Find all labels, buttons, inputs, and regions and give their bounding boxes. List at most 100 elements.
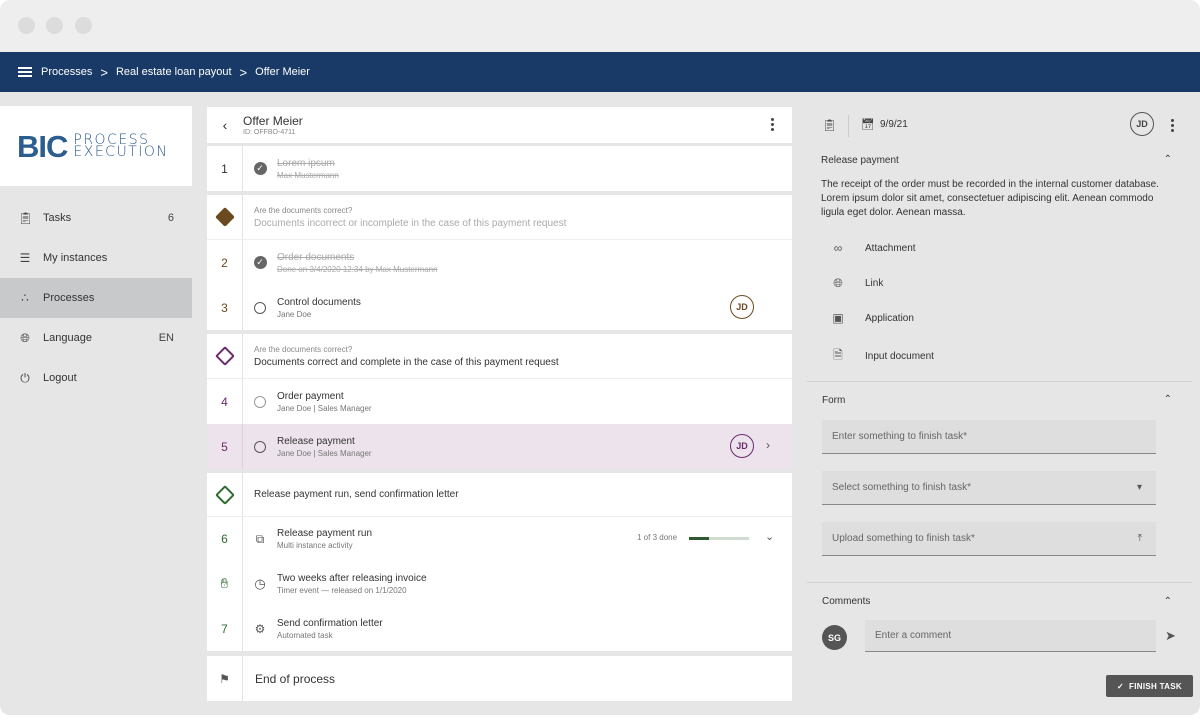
progress-bar [689,537,749,540]
calendar-icon[interactable]: 📅︎ [861,118,875,131]
attachment-icon: ∞ [833,241,843,255]
breadcrumb-item-processes[interactable]: Processes [41,66,92,78]
text-input-field[interactable]: Enter something to finish task* [822,420,1156,454]
sidebar-item-label: Tasks [43,212,72,224]
chevron-up-icon[interactable]: ⌃ [1164,154,1172,165]
sidebar-item-label: My instances [43,252,108,264]
field-placeholder: Upload something to finish task* [832,533,975,544]
field-placeholder: Enter something to finish task* [832,431,968,442]
step-title: Control documents [277,296,361,308]
timer-event-row[interactable]: ✋︎ ◷ Two weeks after releasing invoice T… [207,561,792,606]
more-vert-icon[interactable] [771,118,774,131]
language-value: EN [158,332,174,344]
hamburger-menu-icon[interactable] [18,67,32,77]
window-titlebar [0,0,1200,52]
step-row-2[interactable]: 2 ✓ Order documents Done on 3/4/2020 12:… [207,240,792,285]
logo-subtitle: PROCESS EXECUTION [73,133,168,159]
clipboard-icon[interactable]: 📋︎ [822,118,837,132]
chevron-down-icon[interactable]: ⌄ [765,530,774,543]
resource-label: Application [865,312,914,324]
window-minimize-dot[interactable] [46,17,63,34]
comment-input[interactable]: Enter a comment [865,620,1156,652]
gateway-icon-col [207,334,243,378]
step-number: 3 [207,285,243,330]
progress-bar-fill [689,537,709,540]
resource-attachment[interactable]: ∞ Attachment [831,241,916,255]
resource-label: Attachment [865,242,916,254]
step-row-4[interactable]: 4 Order payment Jane Doe | Sales Manager [207,379,792,424]
sidebar: BIC PROCESS EXECUTION 📋︎ Tasks 6 ☰ My in… [0,106,192,715]
sidebar-item-logout[interactable]: ⏻ Logout [0,358,192,398]
chevron-right-icon: > [239,64,248,80]
instance-id: ID: OFFBO-4711 [243,129,296,136]
chevron-up-icon[interactable]: ⌃ [1164,596,1172,607]
check-circle-icon: ✓ [253,256,267,270]
step-title: Order payment [277,390,344,402]
upload-field[interactable]: Upload something to finish task* ⤒ [822,522,1156,556]
breadcrumb-item-instance[interactable]: Offer Meier [255,66,310,78]
select-field[interactable]: Select something to finish task* ▾ [822,471,1156,505]
task-description: The receipt of the order must be recorde… [821,179,1159,218]
resource-input-document[interactable]: 🗎 Input document [831,346,934,367]
assignee-avatar[interactable]: JD [730,434,754,458]
send-icon[interactable]: ➤ [1165,628,1176,644]
window-close-dot[interactable] [18,17,35,34]
logo: BIC PROCESS EXECUTION [0,106,192,186]
globe-icon: 🌐︎ [833,276,843,290]
step-title: Two weeks after releasing invoice [277,572,427,584]
browser-window: Processes > Real estate loan payout > Of… [0,0,1200,715]
resource-link[interactable]: 🌐︎ Link [831,276,883,291]
process-instance-panel: ‹ Offer Meier ID: OFFBO-4711 1 ✓ Lorem i… [207,106,792,706]
sidebar-item-language[interactable]: 🌐︎ Language EN [0,318,192,358]
breadcrumb-item-process[interactable]: Real estate loan payout [116,66,232,78]
tasks-count: 6 [167,212,174,224]
sidebar-item-tasks[interactable]: 📋︎ Tasks 6 [0,198,192,238]
flag-icon: ⚑ [207,656,243,701]
gateway-answer: Release payment run, send confirmation l… [254,489,459,500]
step-row-1[interactable]: 1 ✓ Lorem ipsum Max Mustermann [207,146,792,191]
assignee-avatar[interactable]: JD [730,295,754,319]
window-maximize-dot[interactable] [75,17,92,34]
step-subtitle: Jane Doe | Sales Manager [277,403,372,413]
step-row-5-selected[interactable]: 5 Release payment Jane Doe | Sales Manag… [207,424,792,469]
step-title: Release payment [277,435,355,447]
gateway-block: Are the documents correct? Documents inc… [207,195,792,330]
step-row-3[interactable]: 3 Control documents Jane Doe JD [207,285,792,330]
user-avatar: SG [822,625,847,650]
chevron-up-icon[interactable]: ⌃ [1164,394,1172,405]
due-date: 9/9/21 [880,119,908,130]
step-number: 6 [207,517,243,561]
step-subtitle: Jane Doe | Sales Manager [277,448,372,458]
sidebar-item-processes[interactable]: ∴ Processes [0,278,192,318]
finish-task-label: FINISH TASK [1129,681,1182,691]
chevron-right-icon[interactable]: › [766,438,770,452]
step-title: Lorem ipsum [277,157,335,169]
radio-open-icon [253,440,267,454]
back-arrow-icon[interactable]: ‹ [207,117,243,133]
step-row-6[interactable]: 6 ⧉ Release payment run Multi instance a… [207,517,792,561]
section-title: Release payment [821,155,899,166]
section-title: Comments [822,596,871,607]
more-vert-icon[interactable] [1171,119,1174,132]
list-icon: ☰ [19,251,31,265]
step-title: Release payment run [277,528,373,539]
gateway-block: Are the documents correct? Documents cor… [207,334,792,469]
step-subtitle: Multi instance activity [277,541,353,550]
apps-icon: ▣ [832,311,844,325]
step-title: Send confirmation letter [277,617,383,629]
sidebar-item-my-instances[interactable]: ☰ My instances [0,238,192,278]
multi-instance-icon: ⧉ [255,531,265,546]
gateway-icon-col [207,195,243,239]
step-row-7[interactable]: 7 ⚙ Send confirmation letter Automated t… [207,606,792,651]
step-subtitle: Max Mustermann [277,170,339,180]
gateway-diamond-icon [214,207,235,227]
finish-task-button[interactable]: ✓ FINISH TASK [1106,675,1193,697]
end-row: ⚑ End of process [207,656,792,701]
check-circle-icon: ✓ [253,162,267,176]
task-detail-panel: 📋︎ 📅︎ 9/9/21 JD Release payment ⌃ The re… [807,106,1192,715]
assignee-avatar[interactable]: JD [1130,112,1154,136]
resource-application[interactable]: ▣ Application [831,311,914,325]
app-bar: Processes > Real estate loan payout > Of… [0,52,1200,92]
globe-icon: 🌐︎ [20,330,30,345]
sidebar-item-label: Language [43,332,92,344]
